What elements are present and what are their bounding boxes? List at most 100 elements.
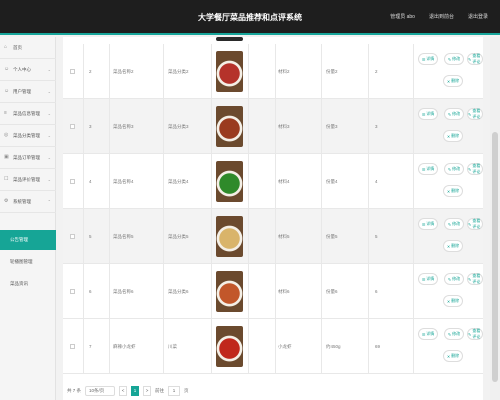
list-icon: ☰ <box>421 331 426 337</box>
cell-material: 材料4 <box>278 178 290 184</box>
row-checkbox[interactable] <box>70 124 75 129</box>
page-suffix: 页 <box>184 387 189 393</box>
cell-material: 小龙虾 <box>278 343 292 349</box>
delete-button[interactable]: ✕ 删除 <box>443 185 463 197</box>
trash-icon: ✕ <box>446 298 451 304</box>
detail-button[interactable]: ☰ 详情 <box>418 328 438 340</box>
column-divider <box>109 44 110 99</box>
delete-button[interactable]: ✕ 删除 <box>443 295 463 307</box>
edit-button[interactable]: ✎ 修改 <box>444 163 464 175</box>
sidebar-item-label: 菜品信息管理 <box>13 110 40 116</box>
backend-link[interactable]: 退出到前台 <box>429 13 454 20</box>
sidebar-item-dish-reviews[interactable]: ☐ 菜品评价管理 ⌄ <box>0 169 56 191</box>
cell-amount: 份量5 <box>326 233 338 239</box>
goto-page-input[interactable]: 1 <box>168 385 181 396</box>
cell-amount: 份量4 <box>326 178 338 184</box>
scrollbar[interactable] <box>490 37 500 400</box>
table-row: 3 菜品名称3 菜品分类3 材料3 份量3 3 ☰ 详情 ✎ 修改 ✎ 查看评论 ✕ 删除 <box>63 99 483 154</box>
edit-button-label: 修改 <box>452 331 461 336</box>
prev-page-button[interactable]: < <box>119 385 128 396</box>
sidebar-item-users[interactable]: ☺ 用户管理 ⌄ <box>0 81 56 103</box>
detail-button[interactable]: ☰ 详情 <box>418 218 438 230</box>
row-checkbox[interactable] <box>70 179 75 184</box>
view-reviews-button-label: 查看评论 <box>472 273 481 284</box>
delete-button[interactable]: ✕ 删除 <box>443 240 463 252</box>
delete-button[interactable]: ✕ 删除 <box>443 130 463 142</box>
delete-button-label: 删除 <box>451 188 460 193</box>
sidebar-subitem-notice[interactable]: 公告管理 <box>0 230 56 250</box>
page-size-select[interactable]: 10条/页 <box>85 385 116 396</box>
category-icon: ◎ <box>4 132 9 138</box>
row-checkbox[interactable] <box>70 69 75 74</box>
detail-button[interactable]: ☰ 详情 <box>418 163 438 175</box>
sidebar-subitem-label: 菜品资讯 <box>10 281 28 286</box>
sidebar-item-dish-category[interactable]: ◎ 菜品分类管理 ⌄ <box>0 125 56 147</box>
sidebar-item-dish-info[interactable]: ≡ 菜品信息管理 ⌄ <box>0 103 56 125</box>
row-checkbox[interactable] <box>70 289 75 294</box>
dish-image <box>216 326 243 367</box>
edit-button[interactable]: ✎ 修改 <box>444 273 464 285</box>
edit-button[interactable]: ✎ 修改 <box>444 328 464 340</box>
cell-name: 菜品名称4 <box>113 178 134 184</box>
edit-button[interactable]: ✎ 修改 <box>444 218 464 230</box>
detail-button[interactable]: ☰ 详情 <box>418 108 438 120</box>
column-divider <box>109 264 110 319</box>
view-reviews-button[interactable]: ✎ 查看评论 <box>467 53 483 65</box>
sidebar-item-dish-orders[interactable]: ▣ 菜品订单管理 ⌄ <box>0 147 56 169</box>
table-row: 7 麻辣小龙虾 川菜 小龙虾 约450g 69 ☰ 详情 ✎ 修改 ✎ 查看评论 ✕ 删除 <box>63 319 483 374</box>
detail-button[interactable]: ☰ 详情 <box>418 273 438 285</box>
edit-button[interactable]: ✎ 修改 <box>444 53 464 65</box>
delete-button[interactable]: ✕ 删除 <box>443 75 463 87</box>
next-page-button[interactable]: > <box>143 385 152 396</box>
sidebar-subitem-news[interactable]: 菜品资讯 <box>0 274 56 294</box>
detail-button-label: 详情 <box>426 166 435 171</box>
sidebar-item-profile[interactable]: ☺ 个人中心 ⌄ <box>0 59 56 81</box>
list-icon: ☰ <box>421 166 426 172</box>
gear-icon: ⚙ <box>4 198 9 204</box>
trash-icon: ✕ <box>446 353 451 359</box>
logout-link[interactable]: 退出登录 <box>468 13 488 20</box>
edit-button[interactable]: ✎ 修改 <box>444 108 464 120</box>
view-reviews-button[interactable]: ✎ 查看评论 <box>467 273 483 285</box>
sidebar-subitem-carousel[interactable]: 轮播图管理 <box>0 252 56 272</box>
page-number-current[interactable]: 1 <box>131 385 140 396</box>
dish-image <box>216 51 243 92</box>
column-divider <box>83 99 84 154</box>
cell-price: 6 <box>375 289 378 294</box>
list-icon: ☰ <box>421 111 426 117</box>
scrollbar-thumb[interactable] <box>492 132 498 382</box>
chevron-down-icon: ⌄ <box>47 111 51 116</box>
sidebar-item-home[interactable]: ⌂ 首页 <box>0 37 56 59</box>
sidebar-item-system[interactable]: ⚙ 系统管理 ⌃ <box>0 191 56 213</box>
column-divider <box>275 154 276 209</box>
cell-num: 6 <box>89 289 92 294</box>
comment-icon: ✎ <box>468 166 472 172</box>
sidebar-item-label: 首页 <box>13 44 22 50</box>
view-reviews-button[interactable]: ✎ 查看评论 <box>467 218 483 230</box>
row-checkbox[interactable] <box>70 344 75 349</box>
view-reviews-button[interactable]: ✎ 查看评论 <box>467 163 483 175</box>
cell-category: 菜品分类6 <box>168 288 189 294</box>
column-divider <box>163 44 164 99</box>
cell-num: 5 <box>89 234 92 239</box>
table-row: 2 菜品名称2 菜品分类2 材料2 份量2 2 ☰ 详情 ✎ 修改 ✎ 查看评论 ✕ 删除 <box>63 44 483 99</box>
users-icon: ☺ <box>4 88 10 94</box>
column-divider <box>83 44 84 99</box>
cell-name: 菜品名称5 <box>113 233 134 239</box>
view-reviews-button[interactable]: ✎ 查看评论 <box>467 108 483 120</box>
dish-image <box>216 271 243 312</box>
delete-button[interactable]: ✕ 删除 <box>443 350 463 362</box>
delete-button-label: 删除 <box>451 298 460 303</box>
column-divider <box>109 209 110 264</box>
view-reviews-button-label: 查看评论 <box>472 108 481 119</box>
column-divider <box>83 154 84 209</box>
view-reviews-button-label: 查看评论 <box>472 53 481 64</box>
edit-button-label: 修改 <box>452 111 461 116</box>
cell-num: 2 <box>89 69 92 74</box>
detail-button[interactable]: ☰ 详情 <box>418 53 438 65</box>
row-checkbox[interactable] <box>70 234 75 239</box>
column-divider <box>109 99 110 154</box>
cell-num: 4 <box>89 179 92 184</box>
cell-name: 菜品名称3 <box>113 123 134 129</box>
view-reviews-button[interactable]: ✎ 查看评论 <box>467 328 483 340</box>
